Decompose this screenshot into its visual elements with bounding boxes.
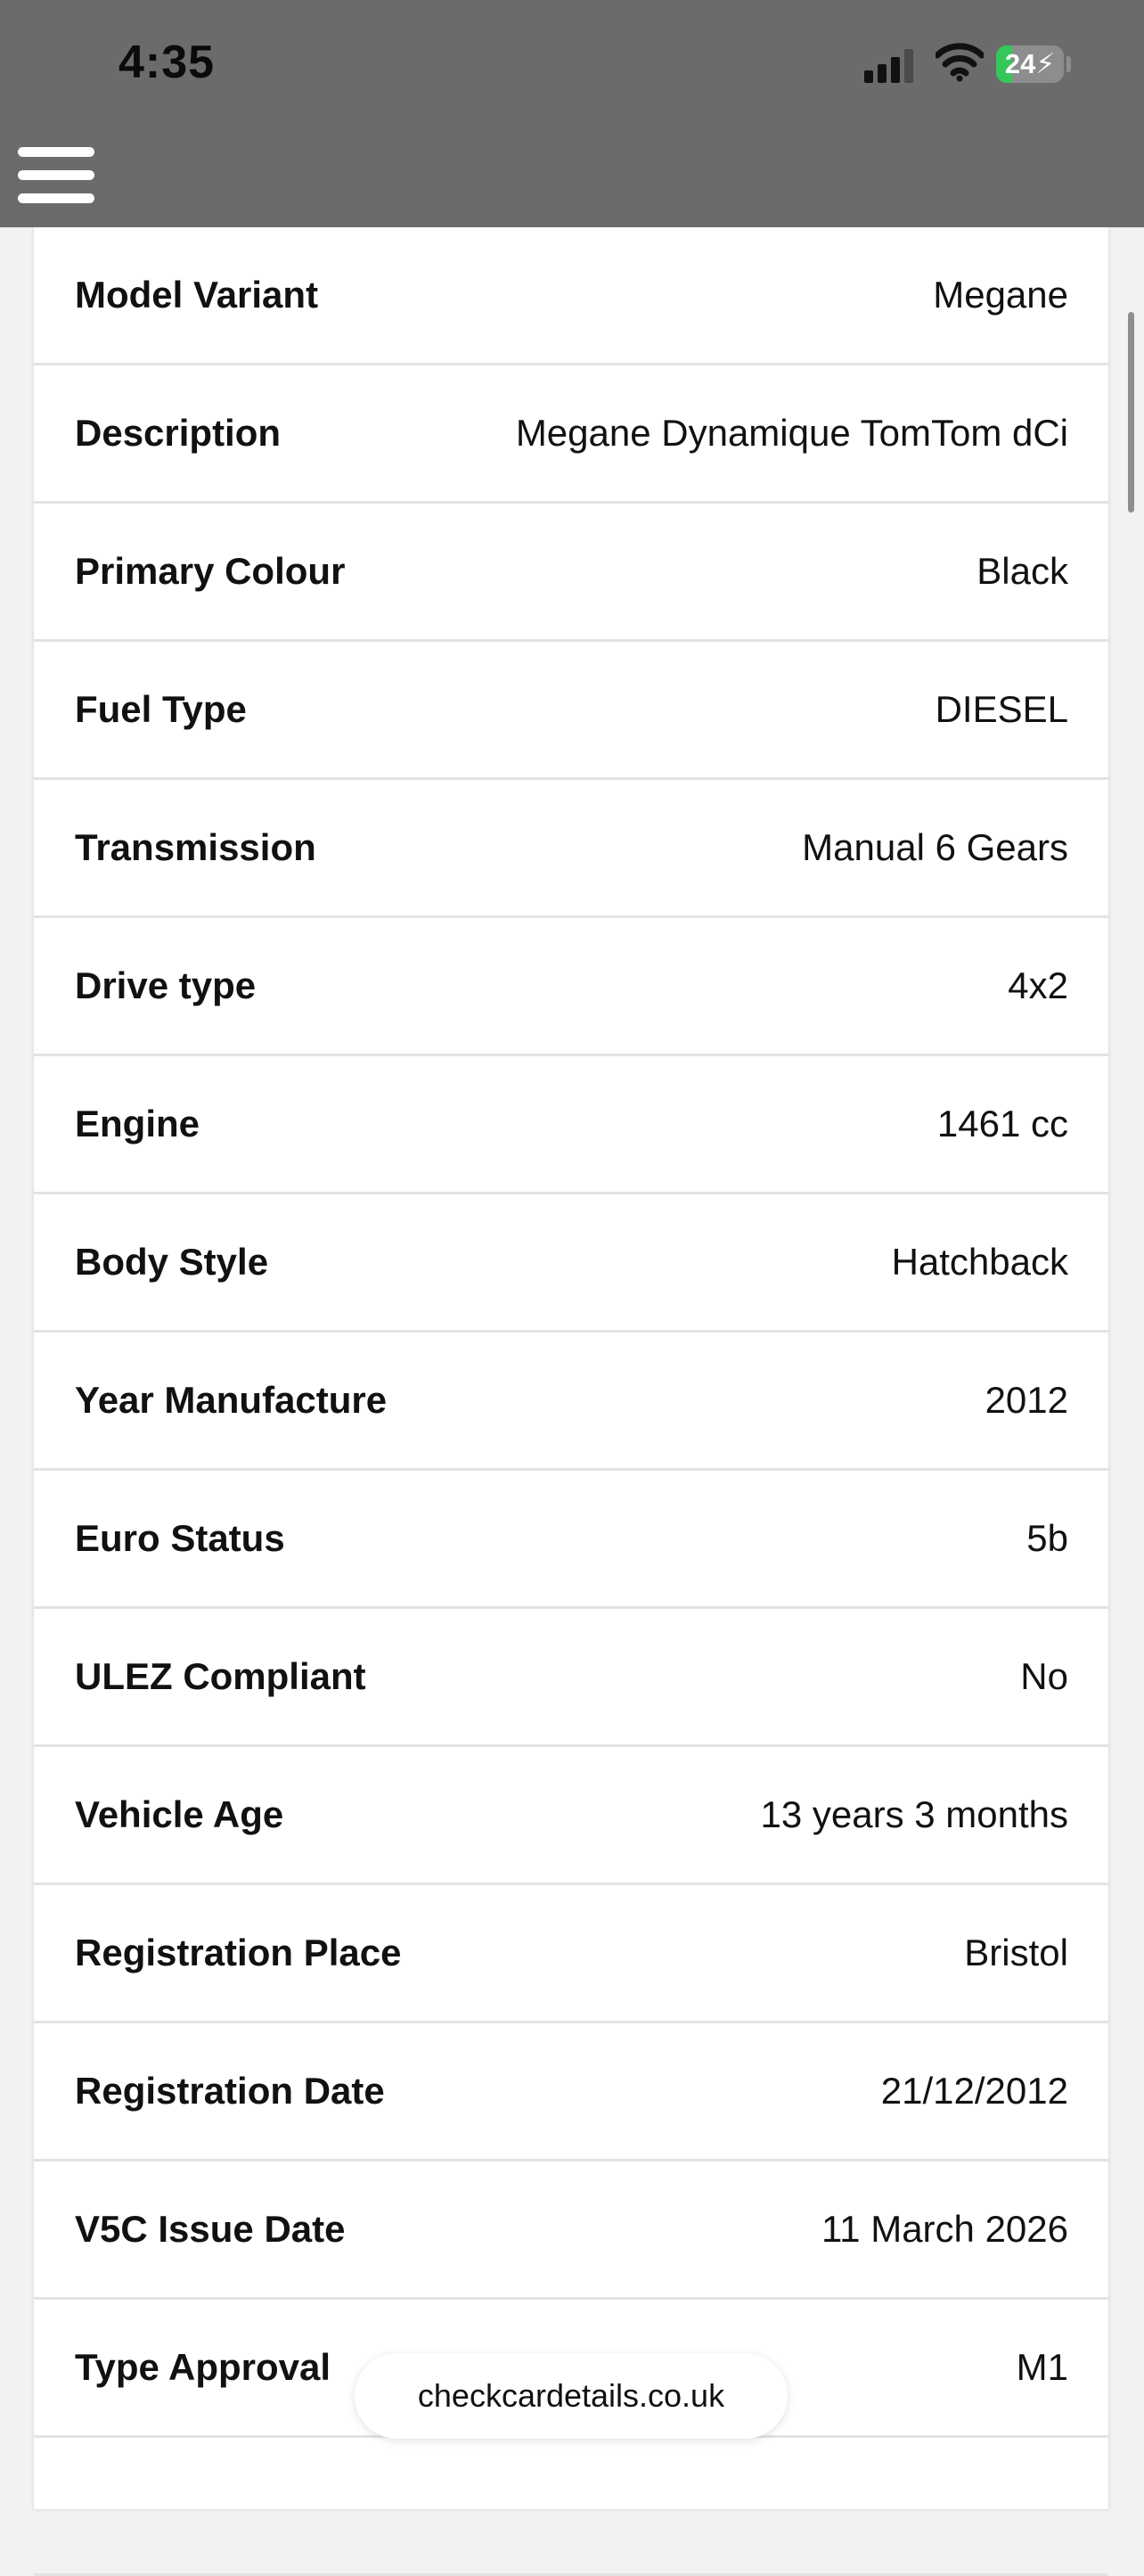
detail-label: Vehicle Age bbox=[75, 1793, 284, 1835]
status-time: 4:35 bbox=[118, 37, 216, 88]
table-row bbox=[34, 2438, 1108, 2576]
detail-value: Bristol bbox=[964, 1932, 1068, 1973]
signal-icon bbox=[864, 47, 914, 83]
battery-charging-icon: 24⚡ bbox=[996, 45, 1064, 83]
detail-label: Registration Date bbox=[75, 2070, 385, 2112]
charging-bolt-icon: ⚡ bbox=[1035, 48, 1056, 79]
table-row: Year Manufacture 2012 bbox=[34, 1333, 1108, 1471]
table-row: Transmission Manual 6 Gears bbox=[34, 780, 1108, 918]
detail-value: 21/12/2012 bbox=[880, 2070, 1068, 2112]
detail-label: Euro Status bbox=[75, 1517, 285, 1559]
detail-value: DIESEL bbox=[935, 688, 1068, 730]
table-row: Primary Colour Black bbox=[34, 504, 1108, 642]
app-header: 4:35 24⚡ bbox=[0, 0, 1144, 227]
detail-label: Year Manufacture bbox=[75, 1379, 388, 1421]
table-row: Body Style Hatchback bbox=[34, 1194, 1108, 1333]
table-row: Engine 1461 cc bbox=[34, 1056, 1108, 1194]
table-row: V5C Issue Date 11 March 2026 bbox=[34, 2162, 1108, 2300]
table-row: Registration Date 21/12/2012 bbox=[34, 2023, 1108, 2162]
hamburger-menu-icon[interactable] bbox=[18, 147, 94, 204]
detail-label: Type Approval bbox=[75, 2346, 331, 2388]
table-row: ULEZ Compliant No bbox=[34, 1609, 1108, 1747]
detail-label: Registration Place bbox=[75, 1932, 402, 1973]
battery-level: 24 bbox=[1004, 48, 1036, 79]
detail-value: Megane bbox=[933, 274, 1068, 316]
detail-label: V5C Issue Date bbox=[75, 2208, 346, 2250]
detail-value: Megane Dynamique TomTom dCi bbox=[515, 412, 1068, 454]
detail-value: 4x2 bbox=[1008, 964, 1068, 1006]
detail-value: 5b bbox=[1026, 1517, 1068, 1559]
detail-value: Manual 6 Gears bbox=[802, 826, 1068, 868]
detail-value: M1 bbox=[1016, 2346, 1068, 2388]
table-row: Registration Place Bristol bbox=[34, 1885, 1108, 2023]
detail-label: Primary Colour bbox=[75, 550, 346, 592]
table-row: Vehicle Age 13 years 3 months bbox=[34, 1747, 1108, 1885]
detail-value: Black bbox=[976, 550, 1068, 592]
table-row: Fuel Type DIESEL bbox=[34, 642, 1108, 780]
table-row: Model Variant Megane bbox=[34, 227, 1108, 365]
detail-value: 13 years 3 months bbox=[760, 1793, 1068, 1835]
table-row: Description Megane Dynamique TomTom dCi bbox=[34, 365, 1108, 504]
detail-label: Model Variant bbox=[75, 274, 319, 316]
detail-label: ULEZ Compliant bbox=[75, 1655, 366, 1697]
detail-label: Drive type bbox=[75, 964, 257, 1006]
scrollbar[interactable] bbox=[1128, 312, 1134, 513]
browser-domain: checkcardetails.co.uk bbox=[417, 2377, 725, 2414]
detail-label: Body Style bbox=[75, 1241, 269, 1283]
detail-value: No bbox=[1020, 1655, 1068, 1697]
detail-label: Transmission bbox=[75, 826, 316, 868]
browser-url-bar[interactable]: checkcardetails.co.uk bbox=[355, 2353, 788, 2439]
table-row: Drive type 4x2 bbox=[34, 918, 1108, 1056]
detail-label: Description bbox=[75, 412, 282, 454]
vehicle-details-table: Model Variant Megane Description Megane Dyn… bbox=[34, 227, 1108, 2576]
wifi-icon bbox=[936, 43, 984, 82]
detail-value: 11 March 2026 bbox=[821, 2208, 1068, 2250]
table-row: Euro Status 5b bbox=[34, 1471, 1108, 1609]
detail-value: 1461 cc bbox=[936, 1103, 1068, 1144]
battery-cap bbox=[1066, 56, 1071, 72]
detail-value: Hatchback bbox=[891, 1241, 1068, 1283]
detail-label: Engine bbox=[75, 1103, 200, 1144]
detail-value: 2012 bbox=[985, 1379, 1068, 1421]
detail-label: Fuel Type bbox=[75, 688, 247, 730]
